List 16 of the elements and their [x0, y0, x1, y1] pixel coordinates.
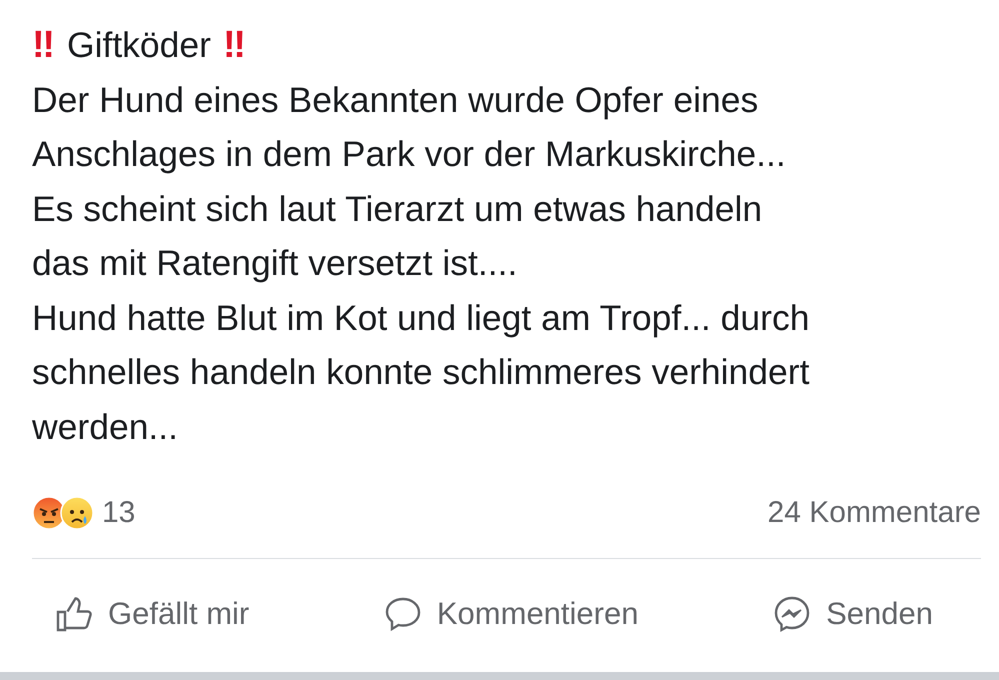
crying-face-icon: [60, 496, 94, 530]
send-button[interactable]: Senden: [772, 594, 933, 634]
post-text-line: das mit Ratengift versetzt ist....: [32, 242, 518, 285]
double-exclamation-mark: ‼: [32, 24, 55, 67]
post-title: Giftköder: [66, 24, 211, 67]
post-text-line: Der Hund eines Bekannten wurde Opfer eines: [32, 78, 760, 122]
post-text-line: Es scheint sich laut Tierarzt um etwas handeln: [32, 188, 764, 230]
post-text-line: werden...: [32, 406, 180, 448]
double-exclamation-mark: ‼: [222, 24, 246, 67]
post-text-line: Hund hatte Blut im Kot und liegt am Tropf... durch: [32, 296, 810, 340]
comment-count[interactable]: 24 Kommentare: [768, 496, 981, 530]
post-text-line: Anschlages in dem Park vor der Markuskirche...: [32, 133, 787, 176]
like-button[interactable]: Gefällt mir: [54, 594, 250, 634]
reaction-count[interactable]: 13: [102, 496, 136, 530]
post-text-line: schnelles handeln konnte schlimmeres verhindert: [32, 351, 810, 394]
comment-button[interactable]: Kommentieren: [382, 594, 638, 634]
